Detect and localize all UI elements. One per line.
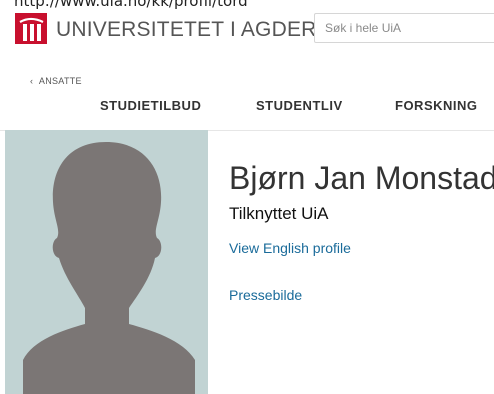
nav-item-forskning[interactable]: FORSKNING [395, 98, 478, 113]
logo-text[interactable]: UNIVERSITETET I AGDER [56, 18, 317, 42]
press-photo-link[interactable]: Pressebilde [229, 287, 302, 303]
chevron-left-icon: ‹ [30, 76, 39, 86]
uia-logo-icon[interactable] [15, 13, 47, 44]
address-bar[interactable]: http://www.uia.no/kk/profil/tord [0, 0, 494, 12]
profile-name: Bjørn Jan Monstad [229, 160, 494, 196]
profile-photo-placeholder [5, 130, 208, 394]
person-silhouette-icon [23, 142, 195, 394]
nav-item-studietilbud[interactable]: STUDIETILBUD [100, 98, 201, 113]
english-profile-link[interactable]: View English profile [229, 240, 351, 256]
breadcrumb-label: ANSATTE [38, 76, 82, 86]
profile-affiliation: Tilknyttet UiA [229, 204, 329, 223]
address-bar-url: http://www.uia.no/kk/profil/tord [14, 0, 248, 10]
main-nav: STUDIETILBUD STUDENTLIV FORSKNING [0, 98, 494, 120]
search-input[interactable] [314, 13, 494, 43]
breadcrumb[interactable]: ‹ ANSATTE [30, 76, 82, 86]
nav-item-studentliv[interactable]: STUDENTLIV [256, 98, 343, 113]
site-header: UNIVERSITETET I AGDER ‹ ANSATTE STUDIETI… [0, 12, 494, 131]
